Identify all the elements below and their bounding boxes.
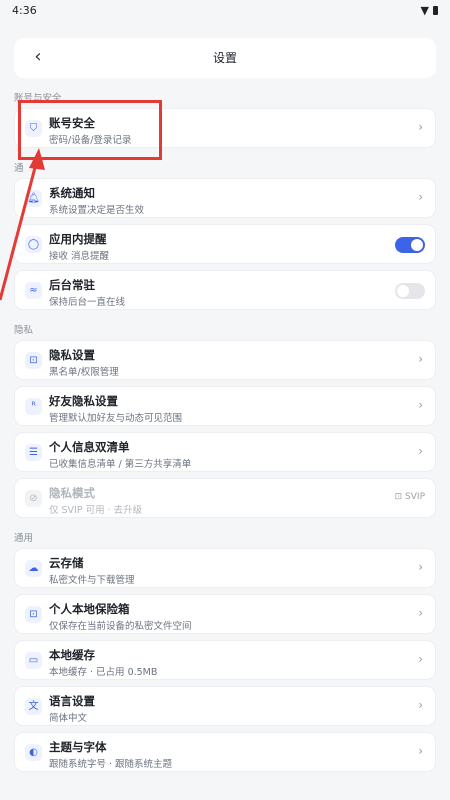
annotation-arrow bbox=[0, 148, 45, 301]
annotation-arrow-head bbox=[29, 148, 45, 170]
annotation-arrow-shaft bbox=[0, 159, 39, 301]
